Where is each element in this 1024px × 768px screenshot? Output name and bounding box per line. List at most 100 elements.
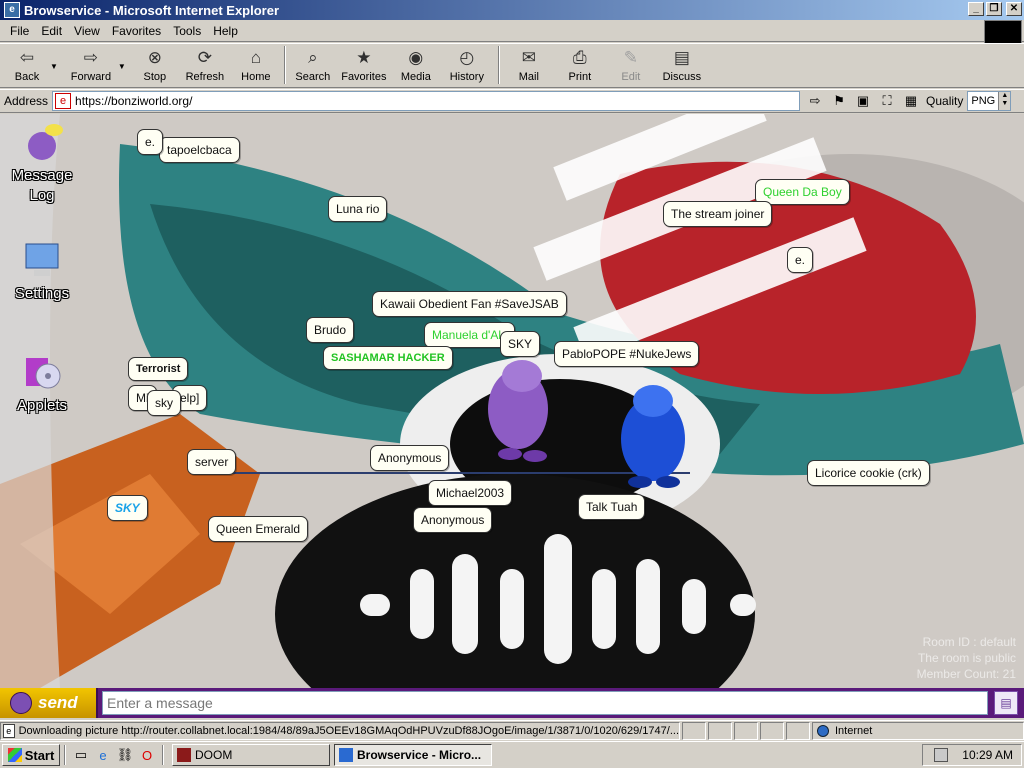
user-bubble[interactable]: server [187,449,237,475]
media-label: Media [400,71,431,83]
quality-spin-icon[interactable]: ▲ ▼ [998,92,1011,110]
user-bubble[interactable]: e. [137,129,164,155]
back-dropdown-icon[interactable]: ▼ [50,62,58,71]
quality-value: PNG [971,95,996,107]
settings-computer-icon [25,243,59,276]
mail-button[interactable]: ✉ Mail [504,44,554,86]
status-cell [760,721,784,740]
history-button[interactable]: ◴ History [440,44,494,86]
go-arrow-icon[interactable]: ⇨ [806,92,824,110]
page-viewport[interactable]: Message Log Settings Applets tapoelcbaca… [0,114,1024,688]
user-bubble[interactable]: Luna rio [328,196,388,222]
edit-icon: ✎ [623,48,638,67]
toolbar-separator [283,46,286,84]
windows-flag-icon [7,748,22,762]
start-button[interactable]: Start [2,744,60,766]
bookmark-icon[interactable]: ⚑ [830,92,848,110]
ie-quicklaunch-icon[interactable]: e [94,746,112,764]
task-browservice[interactable]: Browservice - Micro... [334,744,492,766]
address-input[interactable]: e https://bonziworld.org/ [52,91,801,111]
user-bubble[interactable]: Kawaii Obedient Fan #SaveJSAB [372,291,567,317]
mail-icon: ✉ [521,48,536,67]
menu-file[interactable]: File [4,24,35,38]
taskbar-separator [64,745,66,765]
home-button[interactable]: ⌂ Home [232,44,280,86]
screenshot-icon[interactable]: ▣ [854,92,872,110]
stop-button[interactable]: ⊗ Stop [132,44,178,86]
menu-help[interactable]: Help [207,24,244,38]
close-button[interactable]: ✕ [1006,2,1022,16]
settings-launcher[interactable]: Settings [2,238,82,304]
menu-tools[interactable]: Tools [167,24,207,38]
menu-view[interactable]: View [68,24,106,38]
ie-app-icon: e [4,2,20,18]
show-desktop-icon[interactable]: ▭ [72,746,90,764]
user-bubble[interactable]: tapoelcbaca [159,137,240,163]
user-bubble[interactable]: sky [147,390,181,416]
tray-app-icon[interactable] [934,748,949,762]
user-bubble[interactable]: Michael2003 [428,480,513,506]
discuss-button[interactable]: ▤ Discuss [656,44,708,86]
edit-button[interactable]: ✎ Edit [606,44,656,86]
favorites-button[interactable]: ★ Favorites [336,44,392,86]
zone-label: Internet [835,724,873,737]
clipboard-icon[interactable]: ▦ [902,92,920,110]
user-bubble[interactable]: Anonymous [413,507,493,533]
chat-message-input[interactable]: Enter a message [102,691,988,715]
status-cell [708,721,732,740]
menu-edit[interactable]: Edit [35,24,68,38]
user-bubble[interactable]: Anonymous [370,445,450,471]
restore-button[interactable]: ❐ [986,2,1002,16]
bonzi-avatar-icon [10,692,32,714]
send-button[interactable]: send [0,688,98,718]
window-title: Browservice - Microsoft Internet Explore… [24,2,280,18]
user-bubble[interactable]: e. [787,247,814,273]
refresh-button[interactable]: ⟳ Refresh [178,44,232,86]
user-bubble[interactable]: Brudo [306,317,355,343]
chat-bar: send Enter a message ▤ [0,688,1024,718]
message-log-launcher[interactable]: Message Log [2,120,82,206]
stop-icon: ⊗ [147,48,162,67]
applets-label: Applets [16,397,68,414]
user-bubble[interactable]: Talk Tuah [578,494,646,520]
chat-menu-icon[interactable]: ▤ [994,691,1018,715]
quality-select[interactable]: PNG ▲ ▼ [967,91,1012,111]
media-icon: ◉ [408,48,424,67]
security-zone: Internet [812,721,1024,740]
chat-placeholder: Enter a message [107,695,213,711]
favorites-label: Favorites [341,71,387,83]
forward-dropdown-icon[interactable]: ▼ [118,62,126,71]
user-bubble[interactable]: Queen Da Boy [755,179,850,205]
user-bubble[interactable]: SKY [107,495,148,521]
user-bubble[interactable]: SKY [500,331,541,357]
clock[interactable]: 10:29 AM [962,748,1013,762]
print-button[interactable]: ⎙ Print [554,44,606,86]
user-bubble[interactable]: PabloPOPE #NukeJews [554,341,700,367]
search-button[interactable]: ⌕ Search [290,44,336,86]
message-log-label-1: Message [11,167,73,184]
taskbar-separator [162,745,164,765]
network-icon[interactable]: ⛓ [116,746,134,764]
status-cell [682,721,706,740]
forward-button[interactable]: ⇨ Forward [64,44,118,86]
user-bubble[interactable]: SASHAMAR HACKER [323,346,453,370]
media-button[interactable]: ◉ Media [392,44,440,86]
task-doom[interactable]: DOOM [172,744,330,766]
menu-bar: File Edit View Favorites Tools Help [0,20,1024,42]
menu-favorites[interactable]: Favorites [106,24,167,38]
history-icon: ◴ [459,48,475,67]
user-bubble[interactable]: Licorice cookie (crk) [807,460,930,486]
favorites-folder-icon: ★ [356,48,372,67]
start-label: Start [24,747,55,763]
minimize-button[interactable]: _ [968,2,984,16]
user-bubble[interactable]: Queen Emerald [208,516,309,542]
binoculars-icon[interactable]: ⛶ [878,92,896,110]
home-label: Home [241,71,271,83]
search-icon: ⌕ [308,48,318,67]
opera-icon[interactable]: O [138,746,156,764]
user-bubble[interactable]: The stream joiner [663,201,773,227]
applets-launcher[interactable]: Applets [2,350,82,416]
back-button[interactable]: ⇦ Back [4,44,50,86]
user-bubble[interactable]: Terrorist [128,357,189,381]
internet-globe-icon [817,724,829,737]
